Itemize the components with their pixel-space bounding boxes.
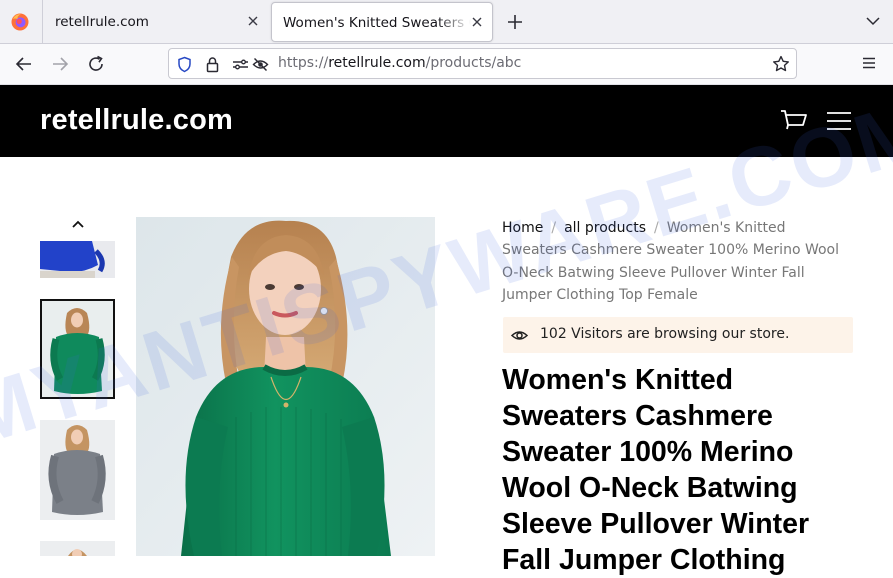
eye-icon — [511, 331, 528, 340]
navigation-toolbar: https://retellrule.com/products/abc — [0, 44, 893, 85]
address-bar[interactable]: https://retellrule.com/products/abc — [168, 48, 797, 79]
tab-retellrule[interactable]: retellrule.com — [44, 2, 270, 42]
site-header: retellrule.com — [0, 85, 893, 157]
thumbnail-grey[interactable] — [40, 420, 115, 520]
permissions-icon[interactable] — [232, 56, 249, 73]
visitors-text: 102 Visitors are browsing our store. — [540, 326, 790, 342]
chevron-down-icon[interactable] — [864, 12, 882, 30]
firefox-icon[interactable] — [11, 13, 29, 31]
menu-icon[interactable] — [861, 55, 877, 71]
browser-tab-strip: retellrule.com Women's Knitted Sweaters … — [0, 0, 893, 44]
breadcrumb-separator: / — [551, 220, 557, 236]
chevron-up-icon[interactable] — [68, 214, 88, 234]
forward-arrow-icon[interactable] — [50, 54, 70, 74]
tab-title: retellrule.com — [55, 14, 149, 30]
breadcrumb: Home / all products / Women's Knitted Sweate… — [502, 217, 852, 307]
reload-icon[interactable] — [86, 54, 106, 74]
visitors-banner: 102 Visitors are browsing our store. — [503, 317, 853, 353]
breadcrumb-home[interactable]: Home — [502, 220, 543, 236]
tab-separator — [42, 0, 43, 44]
url-scheme: https:// — [278, 55, 329, 71]
close-icon[interactable] — [244, 12, 262, 30]
url-text[interactable]: https://retellrule.com/products/abc — [278, 55, 521, 71]
star-icon[interactable] — [772, 55, 790, 73]
plus-icon[interactable] — [505, 12, 525, 32]
thumbnail-partial[interactable] — [40, 541, 115, 556]
thumbnail-blue[interactable] — [40, 241, 115, 278]
product-title: Women's Knitted Sweaters Cashmere Sweate… — [502, 364, 810, 576]
close-icon[interactable] — [468, 13, 486, 31]
main-product-image[interactable] — [136, 217, 435, 556]
cart-icon[interactable] — [780, 109, 808, 133]
url-path: /products/abc — [425, 55, 522, 71]
back-arrow-icon[interactable] — [14, 54, 34, 74]
shield-icon[interactable] — [176, 56, 193, 73]
thumbnail-green-selected[interactable] — [40, 299, 115, 399]
site-logo[interactable]: retellrule.com — [40, 104, 233, 137]
url-domain: retellrule.com — [328, 55, 426, 71]
tab-title: Women's Knitted Sweaters Cashmere Sweate… — [283, 15, 471, 31]
breadcrumb-collection[interactable]: all products — [564, 220, 646, 236]
tracking-off-icon[interactable] — [252, 56, 269, 73]
breadcrumb-separator: / — [654, 220, 659, 236]
tab-product[interactable]: Women's Knitted Sweaters Cashmere Sweate… — [271, 2, 493, 42]
lock-icon[interactable] — [204, 56, 221, 73]
hamburger-icon[interactable] — [826, 111, 852, 131]
